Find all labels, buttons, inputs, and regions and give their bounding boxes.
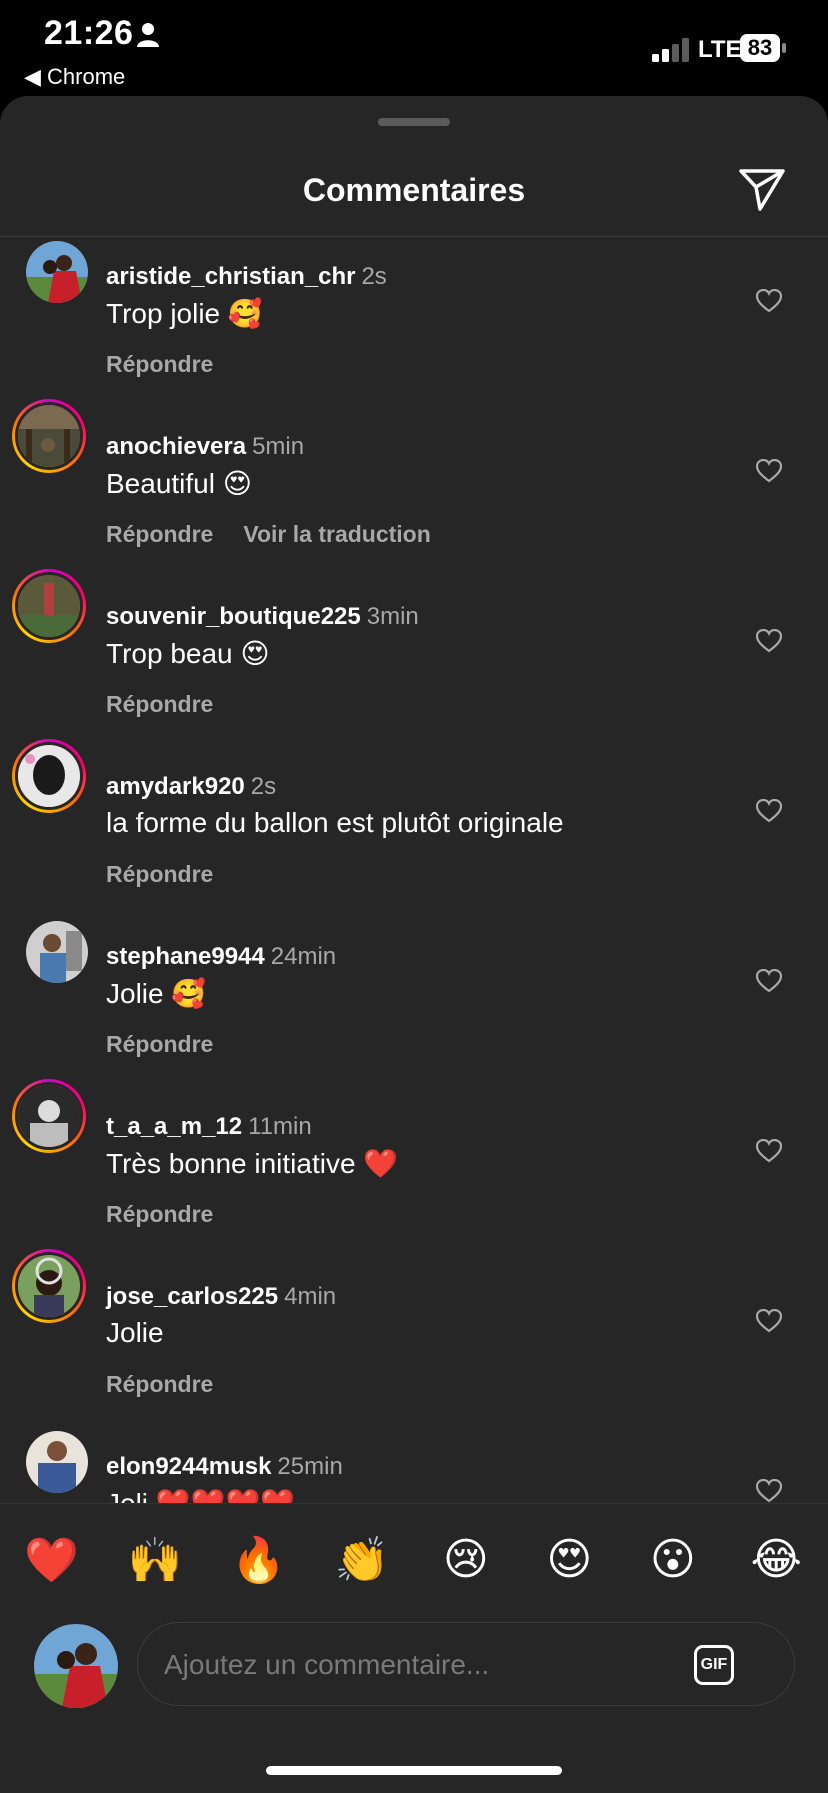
comment-username[interactable]: stephane9944 24min xyxy=(106,943,336,971)
avatar-story-ring[interactable] xyxy=(12,1249,86,1323)
heart-outline-icon[interactable] xyxy=(756,459,782,483)
sheet-title: Commentaires xyxy=(302,172,526,208)
comment-composer-area: ❤️ 🙌 🔥 👏 😢 😍 😮 😂 Ajoutez un commentaire.… xyxy=(0,1503,828,1793)
avatar[interactable] xyxy=(26,241,88,303)
see-translation-button[interactable]: Voir la traduction xyxy=(243,521,430,547)
avatar-story-ring[interactable] xyxy=(12,399,86,473)
emoji-clap[interactable]: 👏 xyxy=(327,1534,397,1594)
gif-icon[interactable]: GIF xyxy=(694,1645,734,1685)
comment-actions: Répondre xyxy=(106,691,213,718)
heart-outline-icon[interactable] xyxy=(756,1309,782,1333)
comment-actions: Répondre xyxy=(106,1031,213,1058)
comment-timestamp: 4min xyxy=(284,1283,337,1310)
heart-outline-icon[interactable] xyxy=(756,1139,782,1163)
comment-timestamp: 25min xyxy=(277,1453,343,1480)
comment-text: Joli ❤️❤️❤️❤️ xyxy=(106,1487,295,1503)
reply-button[interactable]: Répondre xyxy=(106,861,213,887)
signal-icon xyxy=(652,38,689,62)
reply-button[interactable]: Répondre xyxy=(106,1031,213,1057)
comment-timestamp: 5min xyxy=(252,433,305,460)
paper-plane-icon[interactable] xyxy=(738,168,786,212)
comment-actions: Répondre xyxy=(106,1201,213,1228)
status-bar: 21:26 ◀ Chrome LTE 83 xyxy=(0,0,828,96)
comment-username[interactable]: jose_carlos225 4min xyxy=(106,1283,336,1311)
comment-item: anochievera 5min Beautiful 😍 Répondre Voir… xyxy=(0,399,828,577)
avatar-story-ring[interactable] xyxy=(12,1079,86,1153)
comment-username[interactable]: souvenir_boutique225 3min xyxy=(106,603,419,631)
comment-timestamp: 24min xyxy=(270,943,337,970)
quick-emoji-bar: ❤️ 🙌 🔥 👏 😢 😍 😮 😂 xyxy=(0,1534,828,1594)
current-user-avatar xyxy=(34,1624,118,1708)
comment-input-placeholder: Ajoutez un commentaire... xyxy=(164,1649,490,1680)
comment-timestamp: 2s xyxy=(250,773,277,800)
network-type: LTE xyxy=(698,36,742,63)
comment-text: Trop beau 😍 xyxy=(106,638,270,669)
comment-username[interactable]: anochievera 5min xyxy=(106,433,304,461)
clock: 21:26 xyxy=(44,14,134,52)
home-indicator[interactable] xyxy=(266,1766,562,1775)
comment-text: Jolie 🥰 xyxy=(106,978,207,1009)
avatar-story-ring[interactable] xyxy=(12,739,86,813)
avatar[interactable] xyxy=(26,921,88,983)
comment-actions: Répondre xyxy=(106,1371,213,1398)
comment-actions: Répondre xyxy=(106,351,213,378)
comment-username[interactable]: elon9244musk 25min xyxy=(106,1453,343,1481)
person-icon xyxy=(137,23,159,47)
battery-icon: 83 xyxy=(740,34,788,62)
heart-outline-icon[interactable] xyxy=(756,799,782,823)
battery-level: 83 xyxy=(747,35,773,60)
heart-outline-icon[interactable] xyxy=(756,629,782,653)
comment-text: la forme du ballon est plutôt originale xyxy=(106,807,564,838)
emoji-heart[interactable]: ❤️ xyxy=(17,1534,87,1594)
emoji-fire[interactable]: 🔥 xyxy=(224,1534,294,1594)
reply-button[interactable]: Répondre xyxy=(106,1201,213,1227)
back-to-app-link[interactable]: ◀ Chrome xyxy=(24,64,125,90)
comment-item: t_a_a_m_12 11min Très bonne initiative ❤️… xyxy=(0,1079,828,1257)
emoji-crying[interactable]: 😢 xyxy=(431,1534,501,1594)
comment-username[interactable]: t_a_a_m_12 11min xyxy=(106,1113,312,1141)
avatar-story-ring[interactable] xyxy=(12,569,86,643)
comment-item: elon9244musk25min Joli ❤️❤️❤️❤️ xyxy=(0,1427,828,1503)
comment-username[interactable]: aristide_christian_chr 2s xyxy=(106,263,387,291)
emoji-surprised[interactable]: 😮 xyxy=(638,1534,708,1594)
comment-text: Trop jolie 🥰 xyxy=(106,298,263,329)
avatar[interactable] xyxy=(26,1431,88,1493)
heart-outline-icon[interactable] xyxy=(756,1479,782,1503)
avatar xyxy=(15,572,83,640)
comment-timestamp: 2s xyxy=(361,263,387,290)
heart-outline-icon[interactable] xyxy=(756,969,782,993)
comment-timestamp: 11min xyxy=(248,1113,312,1140)
comment-username[interactable]: amydark920 2s xyxy=(106,773,276,801)
heart-outline-icon[interactable] xyxy=(756,289,782,313)
reply-button[interactable]: Répondre xyxy=(106,1371,213,1397)
avatar xyxy=(15,1082,83,1150)
comment-item: jose_carlos225 4min Jolie Répondre xyxy=(0,1249,828,1427)
comment-input[interactable]: Ajoutez un commentaire... GIF xyxy=(137,1622,795,1706)
comment-timestamp: 3min xyxy=(366,603,419,630)
emoji-raised-hands[interactable]: 🙌 xyxy=(120,1534,190,1594)
comment-actions: Répondre Voir la traduction xyxy=(106,521,431,548)
comment-text: Beautiful 😍 xyxy=(106,468,252,499)
reply-button[interactable]: Répondre xyxy=(106,521,213,547)
reply-button[interactable]: Répondre xyxy=(106,691,213,717)
comment-actions: Répondre xyxy=(106,861,213,888)
comment-text: Très bonne initiative ❤️ xyxy=(106,1148,399,1179)
comment-item: souvenir_boutique225 3min Trop beau 😍 Rép… xyxy=(0,569,828,747)
avatar xyxy=(15,402,83,470)
sheet-grabber[interactable] xyxy=(378,118,450,126)
avatar xyxy=(15,1252,83,1320)
emoji-heart-eyes[interactable]: 😍 xyxy=(534,1534,604,1594)
comment-item: aristide_christian_chr 2s Trop jolie 🥰 Ré… xyxy=(0,237,828,407)
comment-text: Jolie xyxy=(106,1317,164,1348)
comment-item: amydark920 2s la forme du ballon est plut… xyxy=(0,739,828,917)
comment-item: stephane9944 24min Jolie 🥰 Répondre xyxy=(0,917,828,1087)
comments-list[interactable]: aristide_christian_chr 2s Trop jolie 🥰 Ré… xyxy=(0,237,828,1503)
reply-button[interactable]: Répondre xyxy=(106,351,213,377)
avatar xyxy=(15,742,83,810)
emoji-laughing[interactable]: 😂 xyxy=(741,1534,811,1594)
